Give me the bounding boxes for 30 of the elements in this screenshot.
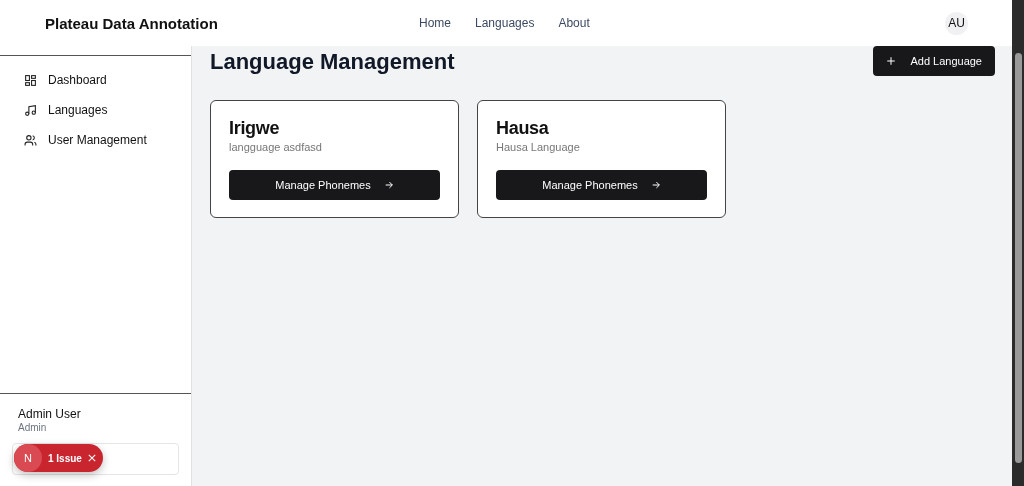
manage-phonemes-button[interactable]: Manage Phonemes: [229, 170, 440, 200]
page-title: Language Management: [210, 49, 455, 75]
arrow-right-icon: [650, 180, 661, 190]
language-name: Hausa: [496, 118, 550, 139]
sidebar-item[interactable]: Dashboard: [12, 69, 179, 91]
plus-icon: [886, 56, 897, 66]
close-icon[interactable]: [87, 454, 96, 462]
user-avatar[interactable]: AU: [945, 11, 968, 35]
nav-link[interactable]: Home: [419, 16, 451, 30]
sidebar-item[interactable]: User Management: [12, 129, 179, 151]
users-icon: [24, 133, 37, 147]
manage-phonemes-button[interactable]: Manage Phonemes: [496, 170, 707, 200]
app-title: Plateau Data Annotation: [45, 14, 219, 32]
user-name: Admin User: [18, 407, 82, 421]
nav-link[interactable]: Languages: [475, 16, 535, 30]
nav-link[interactable]: About: [558, 16, 590, 30]
dashboard-icon: [24, 73, 37, 87]
user-menu-box[interactable]: [12, 443, 179, 475]
add-language-button[interactable]: Add Language: [873, 46, 995, 76]
language-description: langguage asdfasd: [229, 141, 323, 153]
sidebar-item[interactable]: Languages: [12, 99, 179, 121]
issue-toast[interactable]: N 1 Issue: [14, 444, 103, 472]
scrollbar-thumb[interactable]: [1014, 53, 1022, 463]
logo-icon: N: [14, 444, 42, 472]
language-description: Hausa Language: [496, 141, 581, 153]
language-name: Irigwe: [229, 118, 281, 139]
issue-count: 1 Issue: [48, 452, 82, 464]
arrow-right-icon: [383, 180, 394, 190]
music-note-icon: [24, 103, 37, 117]
user-role: Admin: [18, 422, 48, 433]
